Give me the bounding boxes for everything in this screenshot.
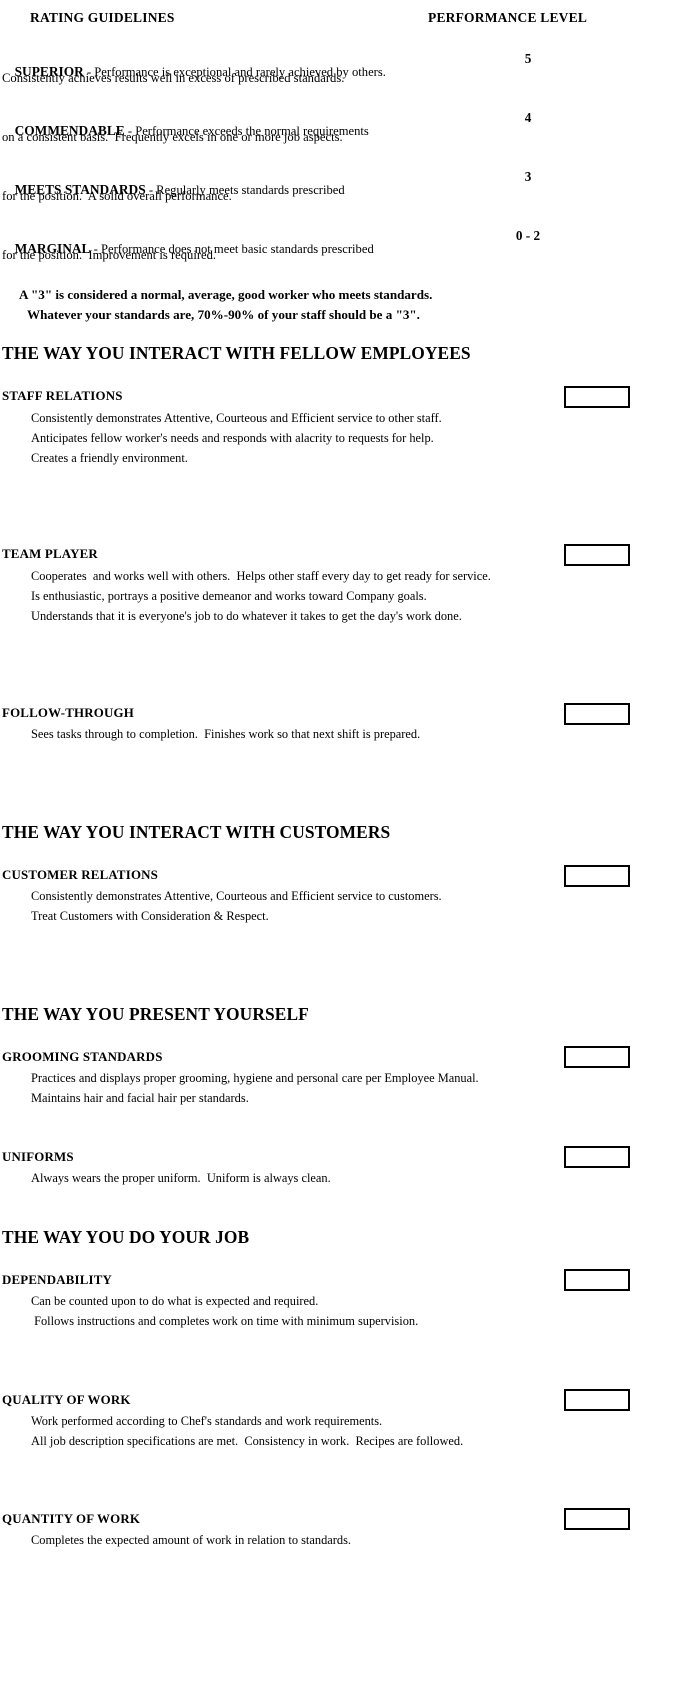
column-header-performance-level: PERFORMANCE LEVEL xyxy=(428,10,588,25)
criterion-description-line: Consistently demonstrates Attentive, Cou… xyxy=(31,411,442,425)
criterion-heading-team-player: TEAM PLAYER xyxy=(2,547,98,561)
criterion-description-line: All job description specifications are m… xyxy=(31,1434,464,1448)
criterion-description-line: Creates a friendly environment. xyxy=(31,451,188,465)
criterion-heading-grooming-standards: GROOMING STANDARDS xyxy=(2,1050,163,1064)
column-header-rating-guidelines: RATING GUIDELINES xyxy=(30,10,175,25)
criterion-description-line: Follows instructions and completes work … xyxy=(31,1314,419,1328)
criterion-description-line: Practices and displays proper grooming, … xyxy=(31,1071,479,1085)
section-banner-present-yourself: THE WAY YOU PRESENT YOURSELF xyxy=(2,1004,309,1024)
criterion-description-line: Is enthusiastic, portrays a positive dem… xyxy=(31,589,427,603)
criterion-description-line: Work performed according to Chef's stand… xyxy=(31,1414,383,1428)
score-box-uniforms[interactable] xyxy=(564,1146,630,1168)
criterion-heading-customer-relations: CUSTOMER RELATIONS xyxy=(2,868,159,882)
section-banner-fellow-employees: THE WAY YOU INTERACT WITH FELLOW EMPLOYE… xyxy=(2,343,471,363)
criterion-heading-quantity-of-work: QUANTITY OF WORK xyxy=(2,1512,141,1526)
score-box-staff-relations[interactable] xyxy=(564,386,630,408)
score-box-quality-of-work[interactable] xyxy=(564,1389,630,1411)
guideline-row-line2: on a consistent basis. Frequently excels… xyxy=(2,130,343,144)
section-banner-customers: THE WAY YOU INTERACT WITH CUSTOMERS xyxy=(2,822,391,842)
criterion-description-line: Always wears the proper uniform. Uniform… xyxy=(31,1171,331,1185)
rating-note-line-1: A "3" is considered a normal, average, g… xyxy=(19,287,433,302)
guideline-row-line2: for the position. A solid overall perfor… xyxy=(2,189,232,203)
criterion-description-line: Anticipates fellow worker's needs and re… xyxy=(31,431,434,445)
score-box-follow-through[interactable] xyxy=(564,703,630,725)
section-banner-do-your-job: THE WAY YOU DO YOUR JOB xyxy=(2,1227,250,1247)
guideline-level-value: 3 xyxy=(524,169,532,184)
criterion-heading-follow-through: FOLLOW-THROUGH xyxy=(2,706,134,720)
criterion-description-line: Sees tasks through to completion. Finish… xyxy=(31,727,421,741)
score-box-dependability[interactable] xyxy=(564,1269,630,1291)
score-box-team-player[interactable] xyxy=(564,544,630,566)
evaluation-form-page: RATING GUIDELINES PERFORMANCE LEVEL SUPE… xyxy=(0,0,679,1681)
score-box-customer-relations[interactable] xyxy=(564,865,630,887)
criterion-description-line: Can be counted upon to do what is expect… xyxy=(31,1294,319,1308)
criterion-description-line: Consistently demonstrates Attentive, Cou… xyxy=(31,889,442,903)
criterion-description-line: Treat Customers with Consideration & Res… xyxy=(31,909,269,923)
criterion-heading-quality-of-work: QUALITY OF WORK xyxy=(2,1393,131,1407)
guideline-level-value: 0 - 2 xyxy=(515,228,541,243)
criterion-description-line: Completes the expected amount of work in… xyxy=(31,1533,352,1547)
criterion-description-line: Understands that it is everyone's job to… xyxy=(31,609,462,623)
guideline-row-line2: for the position. Improvement is require… xyxy=(2,248,217,262)
criterion-heading-staff-relations: STAFF RELATIONS xyxy=(2,389,123,403)
score-box-quantity-of-work[interactable] xyxy=(564,1508,630,1530)
rating-note-line-2: Whatever your standards are, 70%-90% of … xyxy=(27,307,420,322)
criterion-description-line: Maintains hair and facial hair per stand… xyxy=(31,1091,249,1105)
criterion-heading-uniforms: UNIFORMS xyxy=(2,1150,74,1164)
criterion-description-line: Cooperates and works well with others. H… xyxy=(31,569,491,583)
criterion-heading-dependability: DEPENDABILITY xyxy=(2,1273,113,1287)
guideline-row-line2: Consistently achieves results well in ex… xyxy=(2,71,345,85)
guideline-level-value: 4 xyxy=(524,110,532,125)
score-box-grooming-standards[interactable] xyxy=(564,1046,630,1068)
guideline-level-value: 5 xyxy=(524,51,532,66)
